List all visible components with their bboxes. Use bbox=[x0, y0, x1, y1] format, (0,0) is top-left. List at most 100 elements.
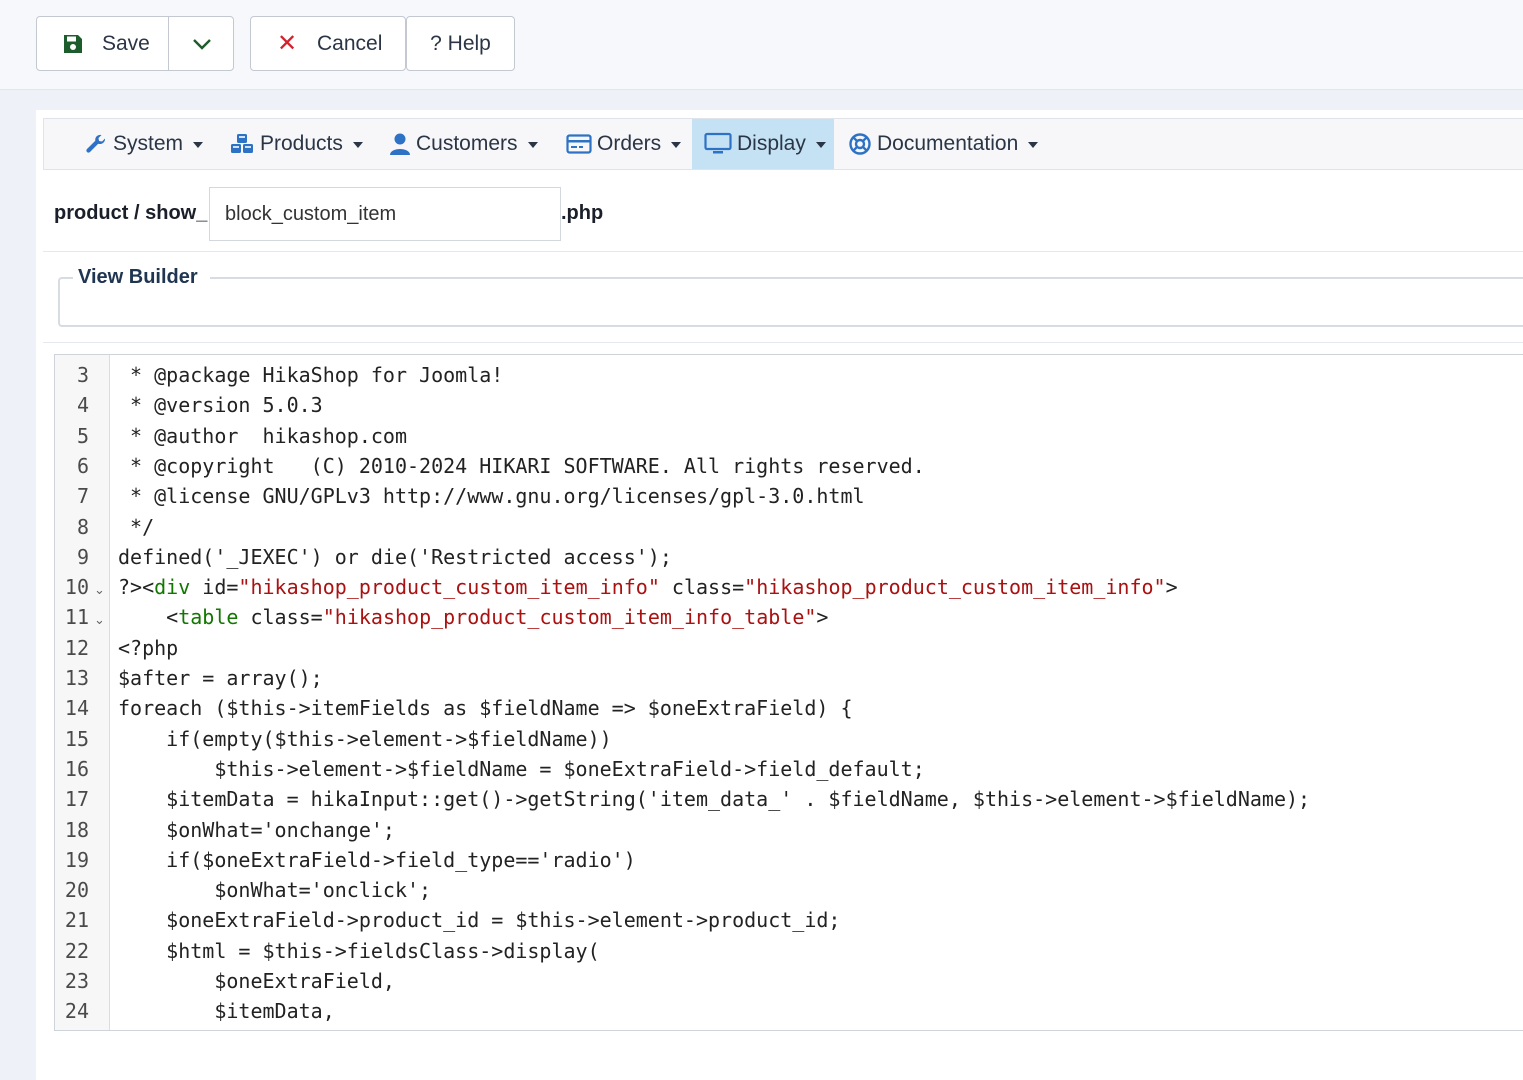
menu-products[interactable]: Products bbox=[229, 119, 363, 169]
code-editor[interactable]: 3 4 5 6 7 8 9 10 ⌄ 11 ⌄ 12 13 14 15 16 17 18 19 20 21 22 23 24 … bbox=[54, 354, 1523, 1031]
code-line: $oneExtraField->product_id = $this->elem… bbox=[118, 908, 841, 933]
code-token: > bbox=[1165, 575, 1178, 600]
save-label: Save bbox=[102, 31, 150, 55]
code-line: $onWhat='onchange'; bbox=[118, 817, 395, 842]
code-line: $itemData = hikaInput::get()->getString(… bbox=[118, 787, 1311, 812]
code-line: * @copyright (C) 2010-2024 HIKARI SOFTWA… bbox=[118, 453, 925, 478]
line-number-gutter: 3 4 5 6 7 8 9 10 ⌄ 11 ⌄ 12 13 14 15 16 17 18 19 20 21 22 23 24 bbox=[55, 355, 110, 1030]
line-number: 14 bbox=[64, 696, 89, 721]
line-number: 24 bbox=[64, 999, 89, 1024]
save-dropdown-toggle[interactable] bbox=[168, 17, 234, 70]
cancel-button[interactable]: ✕ Cancel bbox=[250, 16, 406, 71]
caret-down-icon bbox=[671, 142, 682, 148]
close-icon: ✕ bbox=[277, 30, 298, 57]
main-panel: System Products Customers Orders Display… bbox=[36, 110, 1523, 1080]
code-line: if($oneExtraField->field_type=='radio') bbox=[118, 847, 636, 872]
menu-orders-label: Orders bbox=[597, 132, 662, 155]
line-number: 3 bbox=[76, 363, 89, 387]
caret-down-icon bbox=[352, 142, 363, 148]
help-button[interactable]: ? Help bbox=[406, 16, 515, 71]
save-button[interactable]: Save bbox=[37, 17, 168, 70]
hikashop-menubar: System Products Customers Orders Display… bbox=[43, 118, 1523, 170]
cubes-icon bbox=[231, 134, 253, 153]
line-number: 13 bbox=[64, 666, 89, 690]
floppy-disk-icon bbox=[64, 34, 82, 53]
life-ring-icon bbox=[849, 133, 871, 155]
caret-down-icon bbox=[815, 142, 826, 148]
menu-system-label: System bbox=[113, 132, 184, 155]
code-token: "hikashop_product_custom_item_info" bbox=[238, 575, 660, 600]
line-number: 11 bbox=[64, 605, 89, 630]
wrench-icon bbox=[86, 134, 106, 153]
code-line: $onWhat='onclick'; bbox=[118, 878, 432, 903]
code-line: * @author hikashop.com bbox=[118, 423, 407, 448]
monitor-icon bbox=[704, 132, 732, 154]
code-line: <table class="hikashop_product_custom_it… bbox=[118, 605, 828, 629]
code-line: * @package HikaShop for Joomla! bbox=[118, 363, 504, 387]
divider bbox=[43, 342, 1523, 343]
line-number: 6 bbox=[76, 453, 89, 478]
fold-toggle-icon[interactable]: ⌄ bbox=[94, 583, 105, 598]
code-token: class= bbox=[238, 605, 323, 630]
caret-down-icon bbox=[193, 142, 204, 148]
menu-products-label: Products bbox=[260, 132, 343, 155]
menu-customers[interactable]: Customers bbox=[389, 119, 538, 169]
code-line: foreach ($this->itemFields as $fieldName… bbox=[118, 696, 853, 721]
toolbar: Save ✕ Cancel ? Help bbox=[0, 0, 1523, 90]
code-token: ?>< bbox=[118, 575, 155, 600]
menu-display[interactable]: Display bbox=[692, 119, 834, 169]
code-line: $after = array(); bbox=[118, 666, 323, 690]
code-line: $html = $this->fieldsClass->display( bbox=[118, 938, 600, 963]
code-line: ?><div id="hikashop_product_custom_item_… bbox=[118, 575, 1178, 599]
line-number: 9 bbox=[76, 544, 89, 569]
code-token: "hikashop_product_custom_item_info_table… bbox=[322, 605, 817, 630]
line-number: 5 bbox=[76, 423, 89, 448]
code-line: * @license GNU/GPLv3 http://www.gnu.org/… bbox=[118, 484, 865, 509]
menu-system[interactable]: System bbox=[84, 119, 204, 169]
line-number: 19 bbox=[64, 847, 89, 872]
cancel-label: Cancel bbox=[317, 31, 383, 55]
line-number: 18 bbox=[64, 817, 89, 842]
line-number: 15 bbox=[64, 726, 89, 751]
line-number: 21 bbox=[64, 908, 89, 933]
code-token: < bbox=[118, 605, 179, 630]
line-number: 7 bbox=[76, 484, 89, 509]
line-number: 22 bbox=[64, 938, 89, 963]
code-line: $itemData, bbox=[118, 999, 335, 1024]
code-line: $oneExtraField, bbox=[118, 969, 395, 993]
code-line: * @version 5.0.3 bbox=[118, 393, 323, 418]
file-name-input[interactable] bbox=[209, 187, 561, 241]
credit-card-icon bbox=[566, 134, 592, 154]
code-line: if(empty($this->element->$fieldName)) bbox=[118, 726, 612, 751]
code-token: > bbox=[816, 605, 829, 630]
code-line: <?php bbox=[118, 635, 179, 660]
line-number: 4 bbox=[76, 393, 89, 418]
user-icon bbox=[390, 133, 410, 155]
file-suffix: .php bbox=[561, 202, 604, 224]
help-label: ? Help bbox=[430, 31, 491, 55]
line-number: 12 bbox=[64, 635, 89, 660]
line-number: 16 bbox=[64, 756, 89, 781]
menu-documentation[interactable]: Documentation bbox=[848, 119, 1039, 169]
menu-documentation-label: Documentation bbox=[877, 132, 1019, 155]
view-builder-legend: View Builder bbox=[73, 266, 210, 289]
code-token: "hikashop_product_custom_item_info" bbox=[744, 575, 1166, 600]
menu-customers-label: Customers bbox=[416, 132, 518, 155]
chevron-down-icon bbox=[192, 38, 211, 50]
file-name-row: product / show_ .php bbox=[43, 170, 1523, 252]
caret-down-icon bbox=[1028, 142, 1039, 148]
fold-toggle-icon[interactable]: ⌄ bbox=[94, 613, 105, 628]
menu-display-label: Display bbox=[737, 132, 806, 155]
menu-orders[interactable]: Orders bbox=[566, 119, 682, 169]
file-prefix: product / show_ bbox=[54, 202, 208, 224]
caret-down-icon bbox=[527, 142, 538, 148]
line-number: 8 bbox=[76, 514, 89, 539]
line-number: 23 bbox=[64, 969, 89, 993]
code-line: defined('_JEXEC') or die('Restricted acc… bbox=[118, 544, 672, 569]
code-token: class= bbox=[659, 575, 745, 600]
code-line: */ bbox=[118, 514, 155, 539]
line-number: 20 bbox=[64, 878, 89, 903]
code-token: table bbox=[178, 605, 239, 630]
code-token: div bbox=[154, 575, 191, 600]
view-builder-fieldset: View Builder bbox=[58, 266, 1523, 327]
